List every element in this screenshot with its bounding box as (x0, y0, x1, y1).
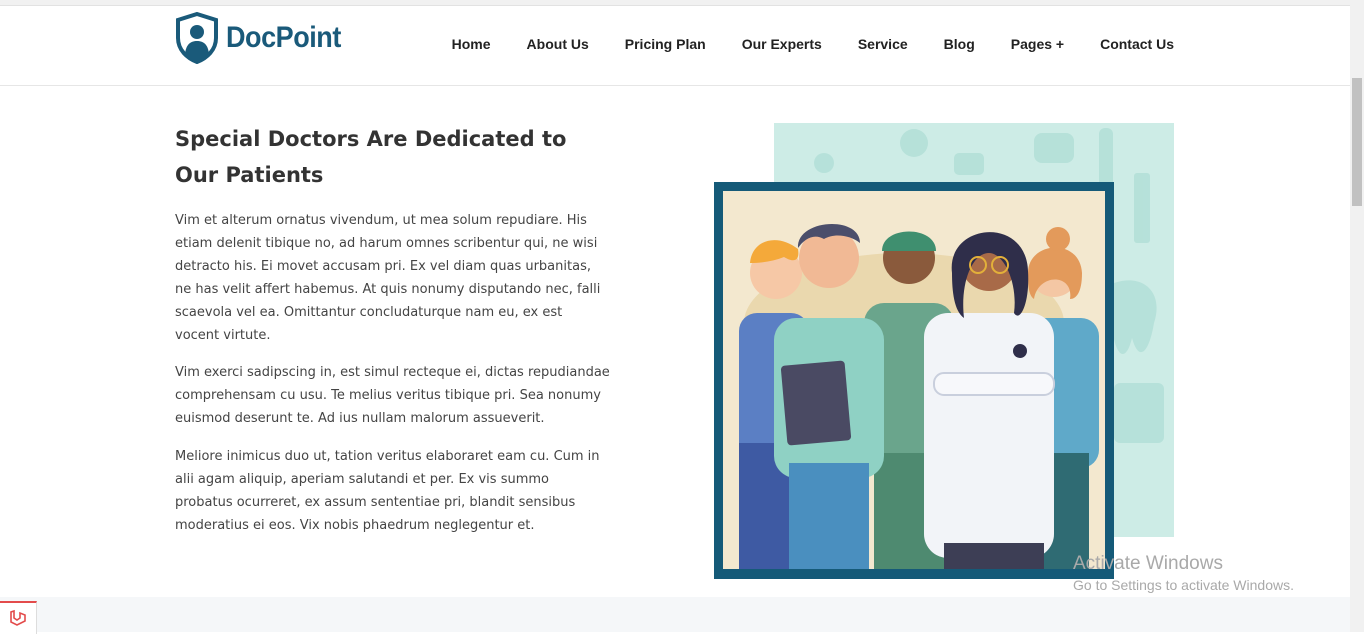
nav-home[interactable]: Home (452, 36, 491, 52)
page-scrollbar[interactable] (1350, 0, 1364, 632)
footer-strip (0, 597, 1350, 632)
main-nav: Home About Us Pricing Plan Our Experts S… (452, 36, 1174, 52)
watermark-line-2: Go to Settings to activate Windows. (1073, 577, 1294, 593)
logo[interactable]: DocPoint (174, 12, 354, 64)
nav-about-us[interactable]: About Us (527, 36, 589, 52)
paragraph-2: Vim exerci sadipscing in, est simul rect… (175, 365, 610, 426)
nav-pages[interactable]: Pages + (1011, 36, 1064, 52)
nav-pricing-plan[interactable]: Pricing Plan (625, 36, 706, 52)
site-header: DocPoint Home About Us Pricing Plan Our … (0, 6, 1350, 86)
nav-blog[interactable]: Blog (944, 36, 975, 52)
watermark-line-1: Activate Windows (1073, 553, 1223, 574)
logo-text: DocPoint (226, 21, 341, 54)
scrollbar-thumb[interactable] (1352, 78, 1362, 206)
paragraph-3: Meliore inimicus duo ut, tation veritus … (175, 449, 600, 533)
nav-our-experts[interactable]: Our Experts (742, 36, 822, 52)
section-title: Special Doctors Are Dedicated to Our Pat… (175, 127, 567, 187)
nav-contact-us[interactable]: Contact Us (1100, 36, 1174, 52)
nav-service[interactable]: Service (858, 36, 908, 52)
activate-windows-watermark: Activate Windows Go to Settings to activ… (1073, 553, 1294, 593)
doctors-illustration (714, 123, 1174, 579)
laravel-icon[interactable] (0, 601, 37, 634)
shield-doctor-icon (176, 12, 218, 64)
paragraph-1: Vim et alterum ornatus vivendum, ut mea … (175, 213, 601, 343)
